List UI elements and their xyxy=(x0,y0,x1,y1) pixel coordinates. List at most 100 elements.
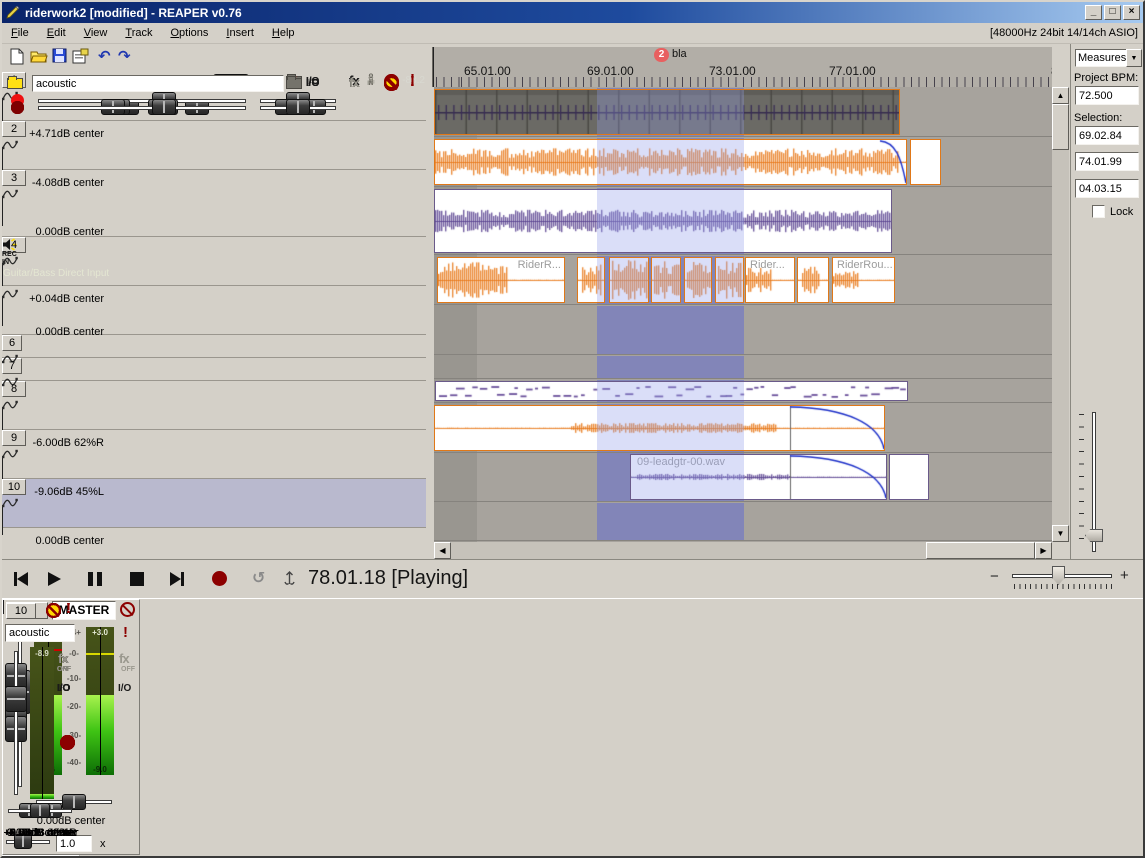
new-project-icon[interactable] xyxy=(10,48,24,70)
arrange-item[interactable]: RiderR... xyxy=(437,257,565,303)
arrange-item[interactable] xyxy=(434,405,885,451)
record-arm-button[interactable] xyxy=(60,735,75,750)
timeline-marker[interactable]: 2 xyxy=(654,48,669,62)
arrange-item[interactable] xyxy=(434,89,900,135)
h-scrollbar-thumb[interactable] xyxy=(926,542,1035,559)
envelope-icon[interactable] xyxy=(2,495,18,505)
horizontal-scrollbar[interactable]: ◀ ▶ xyxy=(434,542,1052,559)
arrange-item[interactable] xyxy=(910,139,941,185)
go-start-button[interactable] xyxy=(14,572,28,586)
arrange-item[interactable] xyxy=(609,257,649,303)
fx-button[interactable]: fx xyxy=(119,651,129,666)
master-meter-right[interactable]: +3.0-9.0 xyxy=(86,627,114,775)
playrate-thumb[interactable] xyxy=(1052,566,1065,585)
go-end-button[interactable] xyxy=(170,572,184,586)
scroll-left-icon[interactable]: ◀ xyxy=(434,542,451,559)
arrange-item[interactable]: RiderRou... xyxy=(832,257,895,303)
play-button[interactable] xyxy=(48,572,61,586)
menu-options[interactable]: Options xyxy=(161,24,217,42)
io-button[interactable]: I/O xyxy=(57,683,70,694)
io-button[interactable]: I/O xyxy=(306,78,319,89)
timeline-ruler[interactable]: 2bla65.01.0069.01.0073.01.0077.01.008 xyxy=(432,47,1052,87)
lock-checkbox[interactable] xyxy=(1092,205,1105,218)
track-name-input[interactable] xyxy=(32,75,284,92)
arrange-item[interactable] xyxy=(434,139,907,185)
volume-slider[interactable] xyxy=(38,106,246,110)
solo-button[interactable]: ! xyxy=(123,625,128,640)
rate-plus-button[interactable]: + xyxy=(1120,567,1129,584)
menu-help[interactable]: Help xyxy=(263,24,304,42)
strip-name-input[interactable] xyxy=(5,624,75,642)
envelope-icon[interactable] xyxy=(2,186,18,196)
vertical-scrollbar[interactable]: ▲ ▼ xyxy=(1052,87,1069,542)
arrange-item[interactable] xyxy=(797,257,829,303)
strip-fader[interactable] xyxy=(14,651,18,795)
repeat-icon[interactable]: ↺ xyxy=(252,568,265,588)
open-project-icon[interactable] xyxy=(30,49,48,68)
track-number[interactable]: 2 xyxy=(2,121,26,137)
menu-edit[interactable]: Edit xyxy=(38,24,75,42)
fx-button[interactable]: fx xyxy=(349,75,359,90)
envelope-icon[interactable] xyxy=(2,446,18,456)
record-button[interactable] xyxy=(212,571,227,586)
scroll-up-icon[interactable]: ▲ xyxy=(1052,87,1069,104)
menu-track[interactable]: Track xyxy=(116,24,161,42)
tcp-track-row[interactable]: 6I/OfxON! xyxy=(2,335,426,358)
envelope-icon[interactable] xyxy=(2,137,18,147)
project-settings-icon[interactable] xyxy=(72,48,89,69)
mute-button[interactable] xyxy=(46,603,61,618)
arrange-item[interactable] xyxy=(715,257,744,303)
redo-icon[interactable]: ↷ xyxy=(118,47,131,65)
strip-pan-thumb[interactable] xyxy=(30,803,50,818)
fx-button[interactable]: fx xyxy=(58,651,68,666)
maximize-button[interactable]: □ xyxy=(1104,5,1121,20)
arrange-item[interactable] xyxy=(651,257,681,303)
solo-button[interactable]: ! xyxy=(66,601,71,616)
time-display[interactable]: 78.01.18 [Playing] xyxy=(308,567,468,590)
arrange-item[interactable] xyxy=(435,381,908,401)
arrange-item[interactable] xyxy=(434,189,892,253)
selection-end-input[interactable] xyxy=(1075,152,1139,171)
arrange-item[interactable] xyxy=(684,257,712,303)
v-scrollbar-thumb[interactable] xyxy=(1052,104,1069,150)
arrange-item[interactable]: Rider... xyxy=(745,257,795,303)
close-button[interactable]: × xyxy=(1123,5,1140,20)
undo-icon[interactable]: ↶ xyxy=(98,47,111,65)
tcp-track-row[interactable]: 7×I/OfxON! xyxy=(2,358,426,381)
selection-start-input[interactable] xyxy=(1075,126,1139,145)
menu-file[interactable]: File xyxy=(2,24,38,42)
folder-track-icon[interactable] xyxy=(7,78,23,89)
envelope-icon[interactable] xyxy=(2,286,18,296)
master-pan-thumb[interactable] xyxy=(62,794,86,810)
punch-marker-icon[interactable] xyxy=(283,570,296,591)
mute-button[interactable] xyxy=(384,76,399,91)
io-button[interactable]: I/O xyxy=(118,683,131,694)
menu-insert[interactable]: Insert xyxy=(217,24,263,42)
pause-button[interactable] xyxy=(88,572,102,586)
pan-thumb[interactable] xyxy=(286,99,310,115)
volume-slider[interactable] xyxy=(38,99,246,103)
chevron-down-icon[interactable]: ▼ xyxy=(1126,49,1142,67)
record-arm-button[interactable] xyxy=(11,101,24,114)
menu-view[interactable]: View xyxy=(75,24,117,42)
rate-minus-button[interactable]: − xyxy=(990,568,999,585)
timebase-select[interactable]: Measures xyxy=(1075,49,1128,67)
envelope-icon[interactable] xyxy=(2,397,18,407)
minimize-button[interactable]: _ xyxy=(1085,5,1102,20)
zoom-slider-thumb[interactable] xyxy=(1085,529,1103,542)
track-folder-button[interactable] xyxy=(286,78,302,89)
arrange-item[interactable]: 09-leadgtr-00.wav xyxy=(630,454,887,500)
strip-number[interactable]: 10 xyxy=(6,603,36,619)
arrange-item[interactable] xyxy=(577,257,605,303)
selection-length-input[interactable] xyxy=(1075,179,1139,198)
track-number[interactable]: 10 xyxy=(2,479,26,495)
solo-button[interactable]: ! xyxy=(410,74,415,89)
mute-button[interactable] xyxy=(120,602,135,617)
arrange-item[interactable] xyxy=(889,454,929,500)
volume-thumb[interactable] xyxy=(152,99,176,115)
track-number[interactable]: 9 xyxy=(2,430,26,446)
strip-meter[interactable]: -8.9 xyxy=(30,647,54,799)
tcp-track-row[interactable]: 8I/OfxON!-6.00dB 62%R xyxy=(2,381,426,430)
bpm-input[interactable] xyxy=(1075,86,1139,105)
envelope-icon[interactable] xyxy=(2,253,18,263)
